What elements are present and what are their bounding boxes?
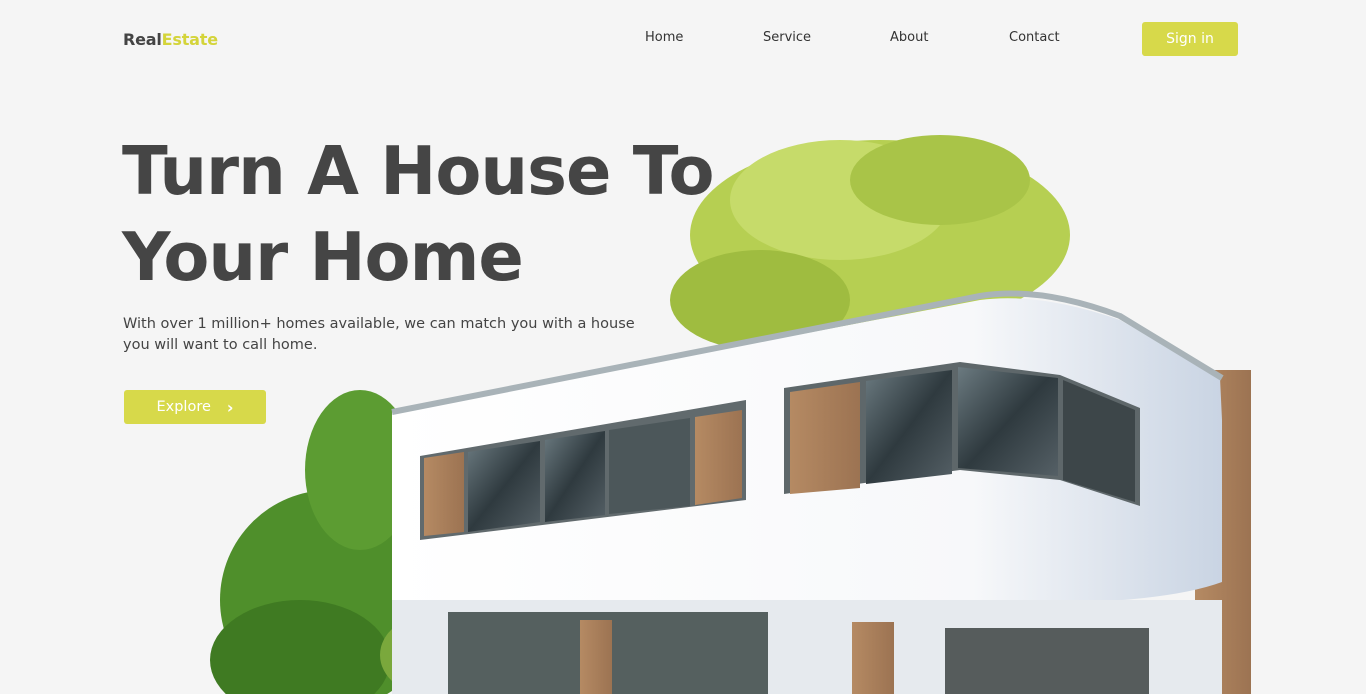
garage-door xyxy=(945,628,1149,694)
sign-in-button[interactable]: Sign in xyxy=(1142,22,1238,56)
landing-page: RealEstate Home Service About Contact Si… xyxy=(0,0,1366,694)
explore-label: Explore xyxy=(156,399,211,415)
chevron-right-icon: › xyxy=(226,397,234,417)
hero-title: Turn A House To Your Home xyxy=(122,128,762,300)
hero-subtitle: With over 1 million+ homes available, we… xyxy=(123,316,635,353)
nav-home[interactable]: Home xyxy=(645,30,683,45)
explore-button[interactable]: Explore › xyxy=(124,390,266,424)
hero-title-line1: Turn A House To xyxy=(122,132,715,210)
hero-title-line2: Your Home xyxy=(122,218,524,296)
nav-about[interactable]: About xyxy=(890,30,928,45)
nav-service[interactable]: Service xyxy=(763,30,811,45)
nav-contact[interactable]: Contact xyxy=(1009,30,1060,45)
